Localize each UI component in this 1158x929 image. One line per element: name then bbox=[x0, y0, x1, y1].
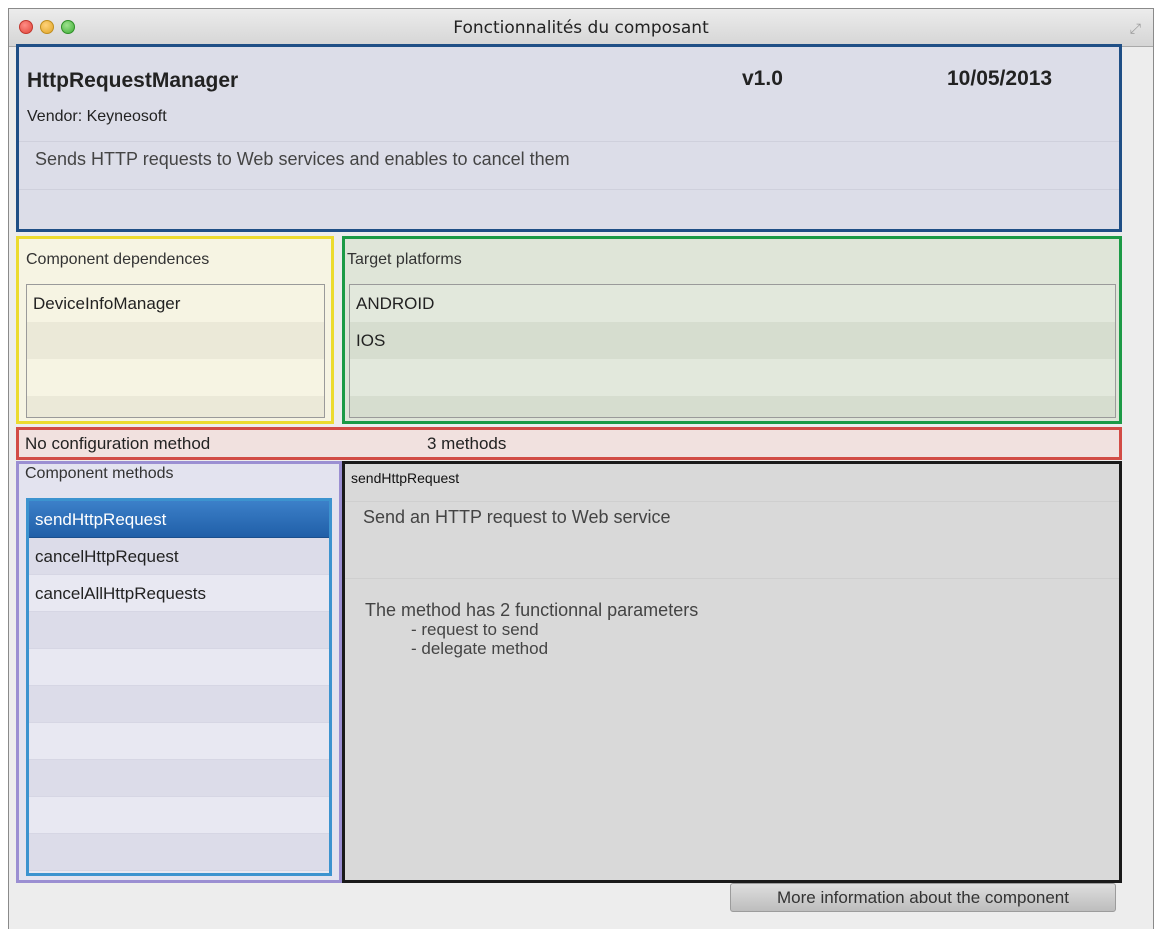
platforms-panel: Target platforms ANDROID IOS bbox=[342, 236, 1122, 424]
methods-list[interactable]: sendHttpRequest cancelHttpRequest cancel… bbox=[26, 498, 332, 876]
component-name: HttpRequestManager bbox=[27, 69, 239, 92]
platform-item[interactable]: ANDROID bbox=[350, 285, 1115, 322]
method-detail-description: Send an HTTP request to Web service bbox=[363, 507, 671, 527]
method-detail-panel: sendHttpRequest Send an HTTP request to … bbox=[342, 461, 1122, 883]
methods-panel: Component methods sendHttpRequest cancel… bbox=[16, 461, 342, 883]
component-header-panel: HttpRequestManager v1.0 10/05/2013 Vendo… bbox=[16, 44, 1122, 232]
platforms-list[interactable]: ANDROID IOS bbox=[349, 284, 1116, 418]
resize-icon[interactable]: ⤢ bbox=[1130, 20, 1141, 37]
component-description: Sends HTTP requests to Web services and … bbox=[35, 149, 570, 169]
method-item[interactable] bbox=[29, 649, 329, 686]
title-bar[interactable]: Fonctionnalités du composant ⤢ bbox=[9, 9, 1153, 47]
method-item[interactable] bbox=[29, 834, 329, 871]
method-parameters: The method has 2 functionnal parameters … bbox=[365, 600, 699, 659]
method-item[interactable] bbox=[29, 686, 329, 723]
platform-item[interactable]: IOS bbox=[350, 322, 1115, 359]
method-detail-name: sendHttpRequest bbox=[351, 470, 460, 486]
component-version: v1.0 bbox=[742, 67, 783, 90]
dependence-item[interactable] bbox=[27, 359, 324, 396]
method-item-selected[interactable]: sendHttpRequest bbox=[29, 501, 329, 538]
window-title: Fonctionnalités du composant bbox=[453, 18, 709, 38]
method-item[interactable]: cancelAllHttpRequests bbox=[29, 575, 329, 612]
method-item[interactable] bbox=[29, 797, 329, 834]
component-date: 10/05/2013 bbox=[947, 67, 1053, 90]
configuration-status: No configuration method bbox=[25, 434, 211, 453]
component-vendor: Vendor: Keyneosoft bbox=[27, 108, 167, 125]
method-item[interactable]: cancelHttpRequest bbox=[29, 538, 329, 575]
methods-count: 3 methods bbox=[427, 434, 507, 453]
methods-label: Component methods bbox=[25, 465, 174, 482]
dependences-panel: Component dependences DeviceInfoManager bbox=[16, 236, 334, 424]
method-item[interactable] bbox=[29, 760, 329, 797]
more-information-button[interactable]: More information about the component bbox=[730, 883, 1116, 912]
method-item[interactable] bbox=[29, 612, 329, 649]
method-item[interactable] bbox=[29, 723, 329, 760]
parameters-intro: The method has 2 functionnal parameters bbox=[365, 600, 699, 620]
dependence-item[interactable] bbox=[27, 396, 324, 417]
platform-item[interactable] bbox=[350, 359, 1115, 396]
parameter-item: - delegate method bbox=[411, 639, 549, 658]
detail-divider bbox=[345, 578, 1119, 579]
configuration-bar: No configuration method 3 methods bbox=[16, 427, 1122, 460]
detail-divider bbox=[345, 501, 1119, 502]
dependences-list[interactable]: DeviceInfoManager bbox=[26, 284, 325, 418]
platforms-label: Target platforms bbox=[347, 251, 462, 268]
dependence-item[interactable]: DeviceInfoManager bbox=[27, 285, 324, 322]
parameter-item: - request to send bbox=[411, 620, 539, 639]
dependence-item[interactable] bbox=[27, 322, 324, 359]
platform-item[interactable] bbox=[350, 396, 1115, 417]
dependences-label: Component dependences bbox=[26, 251, 210, 268]
